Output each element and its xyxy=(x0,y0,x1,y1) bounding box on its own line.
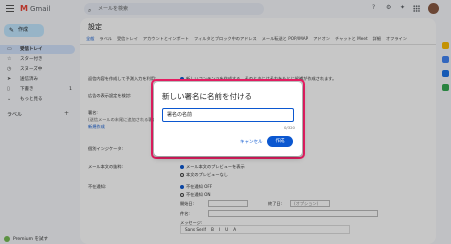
cancel-button[interactable]: キャンセル xyxy=(240,139,263,145)
character-counter: 0/320 xyxy=(284,125,295,130)
new-signature-dialog: 新しい署名に名前を付ける 署名の名前 0/320 キャンセル 作成 xyxy=(154,82,302,156)
signature-name-input[interactable]: 署名の名前 xyxy=(162,108,294,122)
create-button[interactable]: 作成 xyxy=(267,136,293,147)
dialog-title: 新しい署名に名前を付ける xyxy=(162,92,252,101)
